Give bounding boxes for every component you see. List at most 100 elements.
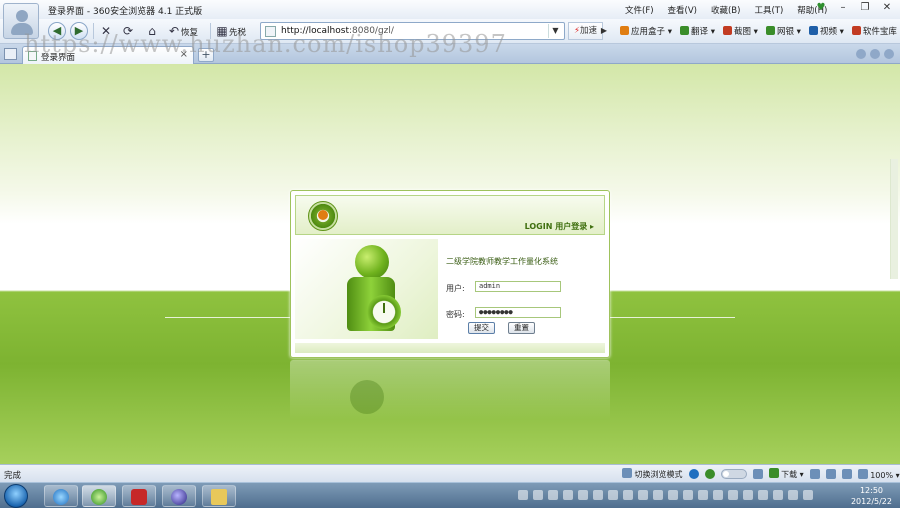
clock-date: 2012/5/22 <box>850 497 892 506</box>
tray-icon[interactable] <box>728 490 738 500</box>
tray-icon[interactable] <box>803 490 813 500</box>
status-text: 完成 <box>4 471 22 481</box>
window-controls: ♥ – ❐ ✕ <box>814 2 894 13</box>
tray-icon[interactable] <box>698 490 708 500</box>
video-button[interactable]: 视频 ▾ <box>808 25 844 37</box>
volume-icon[interactable] <box>841 469 852 479</box>
chevron-down-icon[interactable]: ▼ <box>548 24 562 38</box>
tray-icon[interactable] <box>758 490 768 500</box>
clock-time: 12:50 <box>859 486 884 495</box>
app-box-button[interactable]: 应用盒子 ▾ <box>620 25 672 37</box>
taskbar-clock[interactable]: 12:50 2012/5/22 <box>851 485 892 507</box>
taskbar: 12:50 2012/5/22 <box>0 482 900 508</box>
tray-icon[interactable] <box>578 490 588 500</box>
software-store-icon <box>851 26 861 35</box>
menu-favorites[interactable]: 收藏(B) <box>711 4 740 16</box>
tray-icon[interactable] <box>533 490 543 500</box>
login-footer <box>295 343 605 353</box>
tab-scroll-right-icon[interactable] <box>870 49 880 59</box>
tray-icon[interactable] <box>668 490 678 500</box>
menu-view[interactable]: 查看(V) <box>668 4 697 16</box>
login-header: LOGIN 用户登录 ▸ <box>295 195 605 235</box>
minimize-button[interactable]: – <box>836 2 850 13</box>
title-bar: 登录界面 - 360安全浏览器 4.1 正式版 文件(F) 查看(V) 收藏(B… <box>0 0 900 19</box>
restore-button[interactable]: ❐ <box>858 2 872 13</box>
login-reflection <box>290 360 610 420</box>
tab-scroll-left-icon[interactable] <box>856 49 866 59</box>
login-panel: LOGIN 用户登录 ▸ 二级学院教师教学工作量化系统 用户: admin 密码… <box>290 190 610 358</box>
folder-icon <box>211 489 227 505</box>
tab-list-icon[interactable] <box>4 48 17 60</box>
window-icon[interactable] <box>752 469 763 479</box>
zoom-icon <box>857 468 868 479</box>
tray-icon[interactable] <box>773 490 783 500</box>
menu-bar: 文件(F) 查看(V) 收藏(B) 工具(T) 帮助(H) <box>625 4 841 16</box>
reset-button[interactable]: 重置 <box>508 322 535 334</box>
browse-mode-icon <box>622 468 632 478</box>
toolbox-icon <box>131 489 147 505</box>
clock-icon <box>367 295 401 329</box>
tab-controls <box>856 49 894 59</box>
scrollbar[interactable] <box>890 159 898 279</box>
login-illustration <box>295 239 438 339</box>
history-icon[interactable] <box>825 469 836 479</box>
password-label: 密码: <box>446 310 465 319</box>
tray-icon[interactable] <box>788 490 798 500</box>
ie-icon <box>53 489 69 505</box>
window-title: 登录界面 - 360安全浏览器 4.1 正式版 <box>48 7 203 17</box>
close-button[interactable]: ✕ <box>880 2 894 13</box>
browse-mode-button[interactable]: 切换浏览模式 <box>622 468 683 480</box>
status-bar: 完成 切换浏览模式 下载 ▾ 100% ▾ <box>0 464 900 482</box>
translate-icon <box>679 26 689 35</box>
screenshot-icon <box>722 26 732 35</box>
system-name: 二级学院教师教学工作量化系统 <box>446 257 558 266</box>
tray-icon[interactable] <box>563 490 573 500</box>
tray-icon[interactable] <box>608 490 618 500</box>
username-field[interactable]: admin <box>475 281 561 292</box>
eclipse-icon <box>171 489 187 505</box>
page-content: LOGIN 用户登录 ▸ 二级学院教师教学工作量化系统 用户: admin 密码… <box>0 64 900 464</box>
tray-icon[interactable] <box>683 490 693 500</box>
start-button[interactable] <box>4 484 28 508</box>
tray-icon[interactable] <box>713 490 723 500</box>
tray-icon[interactable] <box>743 490 753 500</box>
app-box-icon <box>620 26 629 35</box>
menu-file[interactable]: 文件(F) <box>625 4 654 16</box>
system-logo-icon <box>308 201 338 231</box>
password-field[interactable]: ●●●●●●●● <box>475 307 561 318</box>
status-tools: 切换浏览模式 下载 ▾ 100% ▾ <box>622 468 900 480</box>
skin-icon[interactable]: ♥ <box>814 2 828 13</box>
download-icon <box>768 468 779 478</box>
go-button[interactable]: ▶ <box>598 22 610 40</box>
tab-menu-icon[interactable] <box>884 49 894 59</box>
taskbar-toolbox[interactable] <box>122 485 156 507</box>
menu-tools[interactable]: 工具(T) <box>754 4 783 16</box>
tray-icon[interactable] <box>548 490 558 500</box>
taskbar-eclipse[interactable] <box>162 485 196 507</box>
software-store-button[interactable]: 软件宝库 <box>851 25 897 37</box>
tray-icon[interactable] <box>593 490 603 500</box>
system-tray <box>518 490 813 500</box>
tray-icon[interactable] <box>653 490 663 500</box>
ie-icon[interactable] <box>688 469 699 479</box>
watermark: https://www.huzhan.com/ishop39397 <box>24 30 507 58</box>
translate-button[interactable]: 翻译 ▾ <box>679 25 715 37</box>
page-setup-icon[interactable] <box>809 469 820 479</box>
login-title: LOGIN 用户登录 ▸ <box>524 222 594 231</box>
taskbar-explorer[interactable] <box>202 485 236 507</box>
taskbar-360-browser[interactable] <box>82 485 116 507</box>
tray-icon[interactable] <box>623 490 633 500</box>
reflection-figure <box>350 380 384 414</box>
toolbar-extensions: 应用盒子 ▾ 翻译 ▾ 截图 ▾ 网银 ▾ 视频 ▾ 软件宝库 <box>620 25 897 37</box>
video-icon <box>808 26 818 35</box>
tray-icon[interactable] <box>638 490 648 500</box>
screenshot-button[interactable]: 截图 ▾ <box>722 25 758 37</box>
download-button[interactable]: 下载 ▾ <box>768 468 804 480</box>
taskbar-ie[interactable] <box>44 485 78 507</box>
mode-toggle[interactable] <box>720 469 747 479</box>
tray-icon[interactable] <box>518 490 528 500</box>
shield-icon[interactable] <box>704 469 715 479</box>
submit-button[interactable]: 提交 <box>468 322 495 334</box>
online-banking-button[interactable]: 网银 ▾ <box>765 25 801 37</box>
zoom-button[interactable]: 100% ▾ <box>857 468 900 480</box>
